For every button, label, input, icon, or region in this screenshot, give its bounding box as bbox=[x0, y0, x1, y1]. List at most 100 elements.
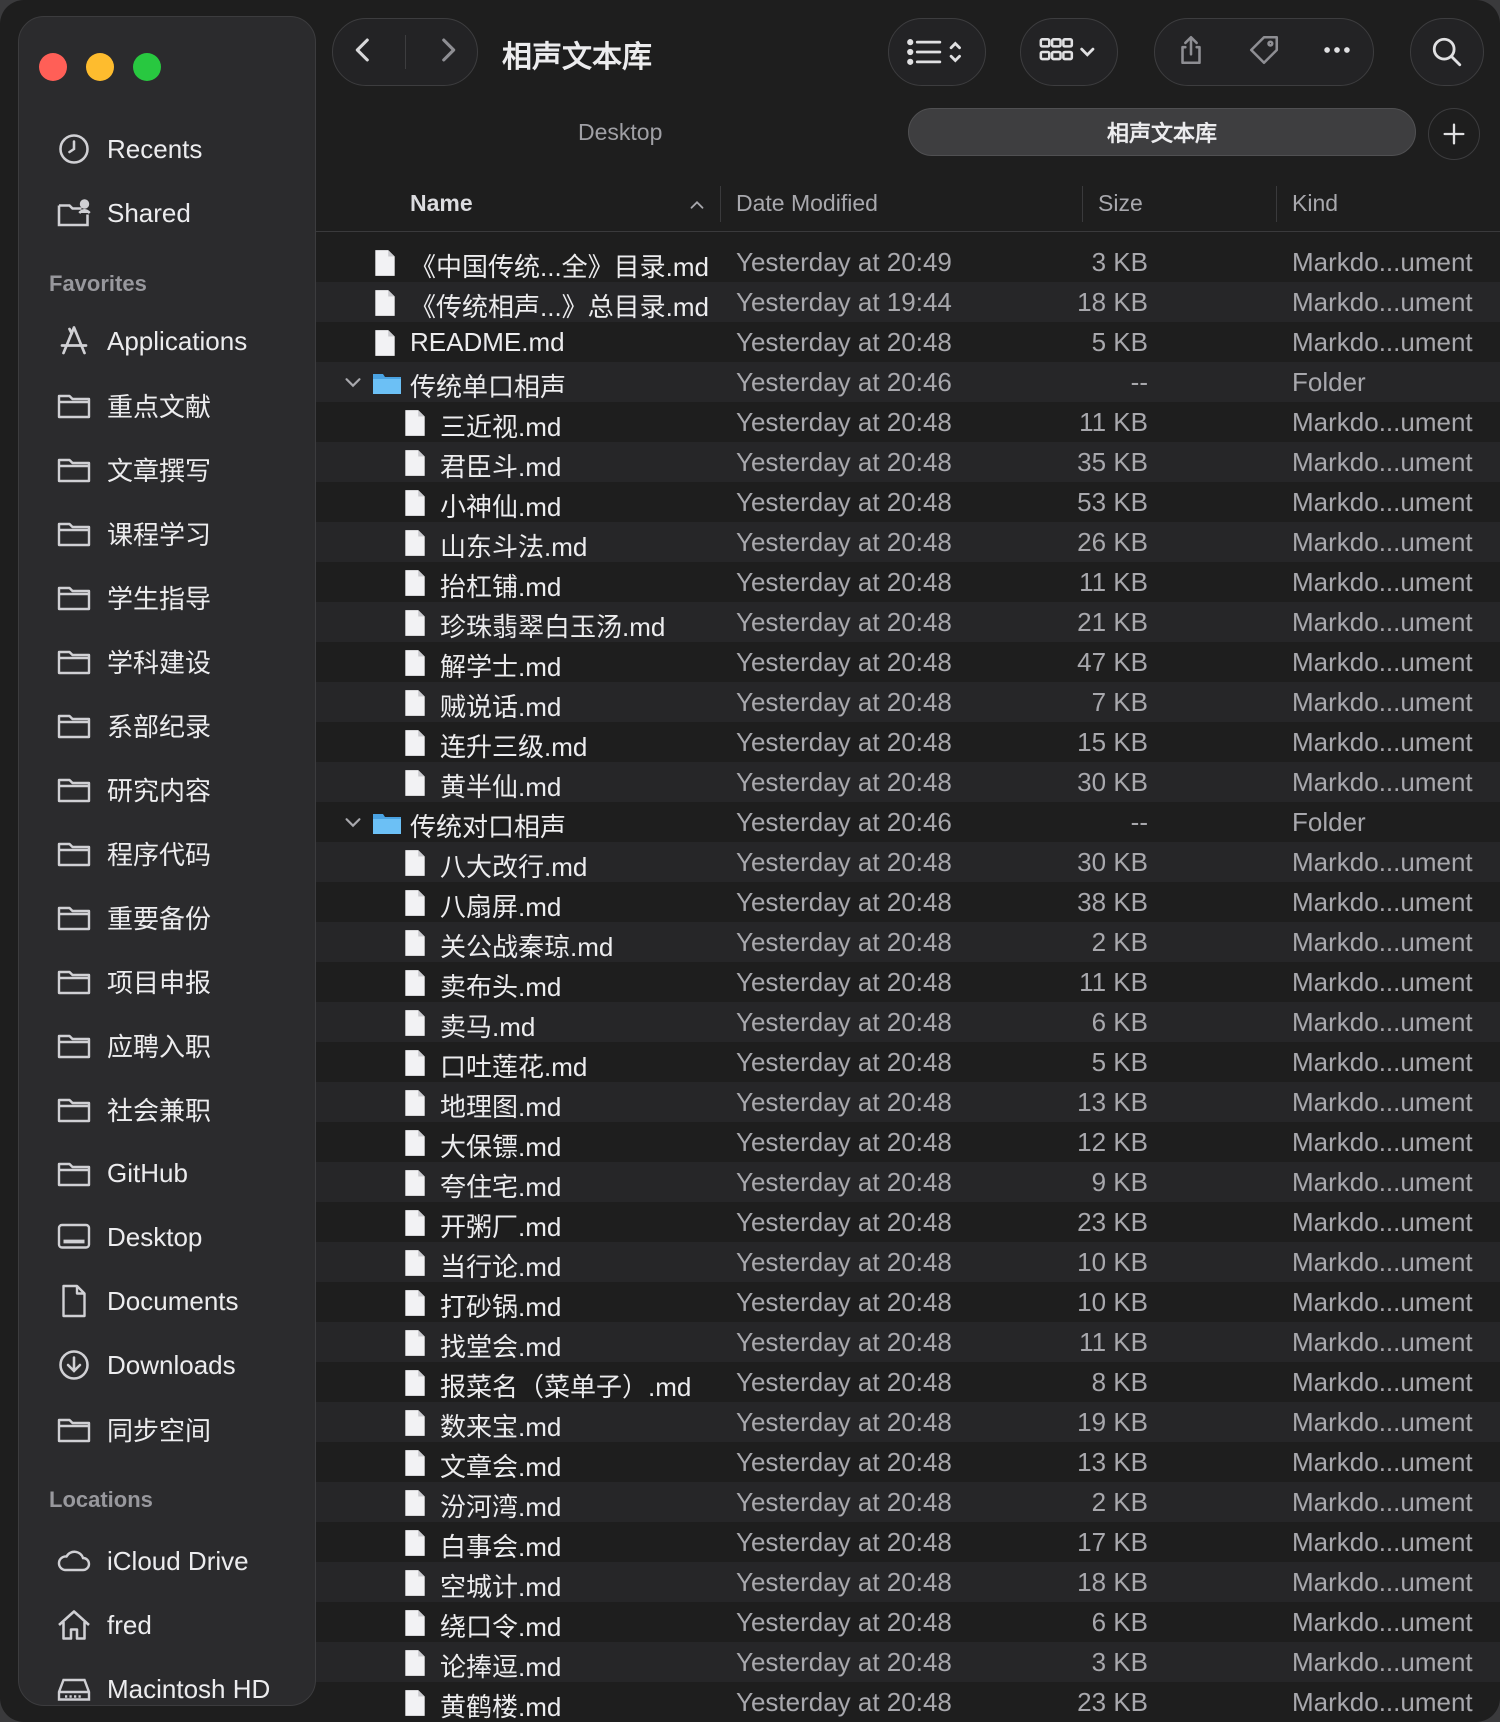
sidebar-item-applications[interactable]: Applications bbox=[19, 315, 315, 367]
column-header-kind[interactable]: Kind bbox=[1292, 190, 1338, 217]
folder-row[interactable]: 传统单口相声 Yesterday at 20:46 -- Folder bbox=[316, 362, 1500, 402]
file-row[interactable]: 八大改行.md Yesterday at 20:48 30 KB Markdo.… bbox=[316, 842, 1500, 882]
sidebar-item-fred[interactable]: fred bbox=[19, 1599, 315, 1651]
sidebar-item-item[interactable]: 重点文献 bbox=[19, 379, 315, 431]
file-row[interactable]: README.md Yesterday at 20:48 5 KB Markdo… bbox=[316, 322, 1500, 362]
file-name: 文章会.md bbox=[440, 1452, 562, 1482]
sidebar-item-label: 同步空间 bbox=[107, 1415, 212, 1446]
column-header-date[interactable]: Date Modified bbox=[736, 190, 878, 217]
sidebar-item-item[interactable]: 文章撰写 bbox=[19, 443, 315, 495]
file-row[interactable]: 文章会.md Yesterday at 20:48 13 KB Markdo..… bbox=[316, 1442, 1500, 1482]
file-row[interactable]: 绕口令.md Yesterday at 20:48 6 KB Markdo...… bbox=[316, 1602, 1500, 1642]
file-row[interactable]: 君臣斗.md Yesterday at 20:48 35 KB Markdo..… bbox=[316, 442, 1500, 482]
file-name: 绕口令.md bbox=[440, 1612, 562, 1642]
view-list-button[interactable] bbox=[888, 18, 986, 86]
file-row[interactable]: 当行论.md Yesterday at 20:48 10 KB Markdo..… bbox=[316, 1242, 1500, 1282]
sidebar-item-item[interactable]: 重要备份 bbox=[19, 891, 315, 943]
column-header-size[interactable]: Size bbox=[1098, 190, 1143, 217]
sidebar-item-item[interactable]: 应聘入职 bbox=[19, 1019, 315, 1071]
file-icon bbox=[405, 1650, 425, 1676]
file-row[interactable]: 开粥厂.md Yesterday at 20:48 23 KB Markdo..… bbox=[316, 1202, 1500, 1242]
zoom-button[interactable] bbox=[133, 53, 161, 81]
disclosure-chevron-icon[interactable] bbox=[342, 811, 364, 833]
file-date: Yesterday at 20:48 bbox=[736, 687, 952, 717]
tag-button[interactable] bbox=[1247, 33, 1281, 72]
sidebar-item-macintosh-hd[interactable]: Macintosh HD bbox=[19, 1663, 315, 1705]
forward-button[interactable] bbox=[431, 33, 465, 72]
file-size: 38 KB bbox=[1077, 887, 1148, 917]
file-row[interactable]: 论捧逗.md Yesterday at 20:48 3 KB Markdo...… bbox=[316, 1642, 1500, 1682]
file-size: 13 KB bbox=[1077, 1447, 1148, 1477]
more-button[interactable] bbox=[1320, 33, 1354, 72]
file-row[interactable]: 打砂锅.md Yesterday at 20:48 10 KB Markdo..… bbox=[316, 1282, 1500, 1322]
path-tab-desktop[interactable]: Desktop bbox=[578, 119, 662, 146]
file-row[interactable]: 抬杠铺.md Yesterday at 20:48 11 KB Markdo..… bbox=[316, 562, 1500, 602]
file-icon bbox=[405, 1290, 425, 1316]
search-button[interactable] bbox=[1410, 18, 1484, 86]
file-row[interactable]: 报菜名（菜单子）.md Yesterday at 20:48 8 KB Mark… bbox=[316, 1362, 1500, 1402]
group-button[interactable] bbox=[1020, 18, 1118, 86]
disclosure-chevron-icon[interactable] bbox=[342, 371, 364, 393]
file-row[interactable]: 夸住宅.md Yesterday at 20:48 9 KB Markdo...… bbox=[316, 1162, 1500, 1202]
sidebar-item-item[interactable]: 同步空间 bbox=[19, 1403, 315, 1455]
sidebar-item-desktop[interactable]: Desktop bbox=[19, 1211, 315, 1263]
file-row[interactable]: 白事会.md Yesterday at 20:48 17 KB Markdo..… bbox=[316, 1522, 1500, 1562]
file-row[interactable]: 黄鹤楼.md Yesterday at 20:48 23 KB Markdo..… bbox=[316, 1682, 1500, 1722]
column-header-name[interactable]: Name bbox=[410, 190, 473, 217]
file-row[interactable]: 数来宝.md Yesterday at 20:48 19 KB Markdo..… bbox=[316, 1402, 1500, 1442]
file-size: 13 KB bbox=[1077, 1087, 1148, 1117]
sidebar-item-item[interactable]: 研究内容 bbox=[19, 763, 315, 815]
sidebar-item-item[interactable]: 项目申报 bbox=[19, 955, 315, 1007]
sidebar-item-item[interactable]: 学科建设 bbox=[19, 635, 315, 687]
folder-icon bbox=[55, 450, 93, 488]
file-row[interactable]: 卖马.md Yesterday at 20:48 6 KB Markdo...u… bbox=[316, 1002, 1500, 1042]
file-row[interactable]: 山东斗法.md Yesterday at 20:48 26 KB Markdo.… bbox=[316, 522, 1500, 562]
file-row[interactable]: 珍珠翡翠白玉汤.md Yesterday at 20:48 21 KB Mark… bbox=[316, 602, 1500, 642]
file-icon bbox=[405, 1450, 425, 1476]
file-row[interactable]: 汾河湾.md Yesterday at 20:48 2 KB Markdo...… bbox=[316, 1482, 1500, 1522]
sidebar-item-shared[interactable]: Shared bbox=[19, 187, 315, 239]
minimize-button[interactable] bbox=[86, 53, 114, 81]
file-row[interactable]: 解学士.md Yesterday at 20:48 47 KB Markdo..… bbox=[316, 642, 1500, 682]
file-row[interactable]: 黄半仙.md Yesterday at 20:48 30 KB Markdo..… bbox=[316, 762, 1500, 802]
sidebar-item-item[interactable]: 学生指导 bbox=[19, 571, 315, 623]
desktop-icon bbox=[55, 1218, 93, 1256]
file-row[interactable]: 地理图.md Yesterday at 20:48 13 KB Markdo..… bbox=[316, 1082, 1500, 1122]
nav-buttons bbox=[332, 18, 478, 86]
path-tab-current[interactable]: 相声文本库 bbox=[908, 108, 1416, 156]
sidebar-item-item[interactable]: 系部纪录 bbox=[19, 699, 315, 751]
file-row[interactable]: 三近视.md Yesterday at 20:48 11 KB Markdo..… bbox=[316, 402, 1500, 442]
file-row[interactable]: 卖布头.md Yesterday at 20:48 11 KB Markdo..… bbox=[316, 962, 1500, 1002]
sidebar-item-documents[interactable]: Documents bbox=[19, 1275, 315, 1327]
sidebar-item-recents[interactable]: Recents bbox=[19, 123, 315, 175]
sidebar-item-github[interactable]: GitHub bbox=[19, 1147, 315, 1199]
file-row[interactable]: 贼说话.md Yesterday at 20:48 7 KB Markdo...… bbox=[316, 682, 1500, 722]
file-row[interactable]: 空城计.md Yesterday at 20:48 18 KB Markdo..… bbox=[316, 1562, 1500, 1602]
file-row[interactable]: 八扇屏.md Yesterday at 20:48 38 KB Markdo..… bbox=[316, 882, 1500, 922]
file-row[interactable]: 小神仙.md Yesterday at 20:48 53 KB Markdo..… bbox=[316, 482, 1500, 522]
file-row[interactable]: 连升三级.md Yesterday at 20:48 15 KB Markdo.… bbox=[316, 722, 1500, 762]
file-kind: Markdo...ument bbox=[1292, 527, 1473, 557]
sidebar-item-downloads[interactable]: Downloads bbox=[19, 1339, 315, 1391]
sidebar-item-item[interactable]: 课程学习 bbox=[19, 507, 315, 559]
sidebar-item-label: Shared bbox=[107, 197, 191, 228]
sidebar-item-icloud-drive[interactable]: iCloud Drive bbox=[19, 1535, 315, 1587]
back-button[interactable] bbox=[346, 33, 380, 72]
file-row[interactable]: 找堂会.md Yesterday at 20:48 11 KB Markdo..… bbox=[316, 1322, 1500, 1362]
file-row[interactable]: 关公战秦琼.md Yesterday at 20:48 2 KB Markdo.… bbox=[316, 922, 1500, 962]
file-row[interactable]: 口吐莲花.md Yesterday at 20:48 5 KB Markdo..… bbox=[316, 1042, 1500, 1082]
folder-icon bbox=[55, 514, 93, 552]
sidebar-item-item[interactable]: 社会兼职 bbox=[19, 1083, 315, 1135]
file-name: 汾河湾.md bbox=[440, 1492, 562, 1522]
share-button[interactable] bbox=[1174, 33, 1208, 72]
file-kind: Markdo...ument bbox=[1292, 1687, 1473, 1717]
file-icon bbox=[405, 890, 425, 916]
file-row[interactable]: 大保镖.md Yesterday at 20:48 12 KB Markdo..… bbox=[316, 1122, 1500, 1162]
new-tab-button[interactable] bbox=[1428, 108, 1480, 160]
folder-row[interactable]: 传统对口相声 Yesterday at 20:46 -- Folder bbox=[316, 802, 1500, 842]
file-row[interactable]: 《传统相声...》总目录.md Yesterday at 19:44 18 KB… bbox=[316, 282, 1500, 322]
file-date: Yesterday at 20:48 bbox=[736, 647, 952, 677]
sidebar-item-item[interactable]: 程序代码 bbox=[19, 827, 315, 879]
close-button[interactable] bbox=[39, 53, 67, 81]
file-row[interactable]: 《中国传统...全》目录.md Yesterday at 20:49 3 KB … bbox=[316, 242, 1500, 282]
